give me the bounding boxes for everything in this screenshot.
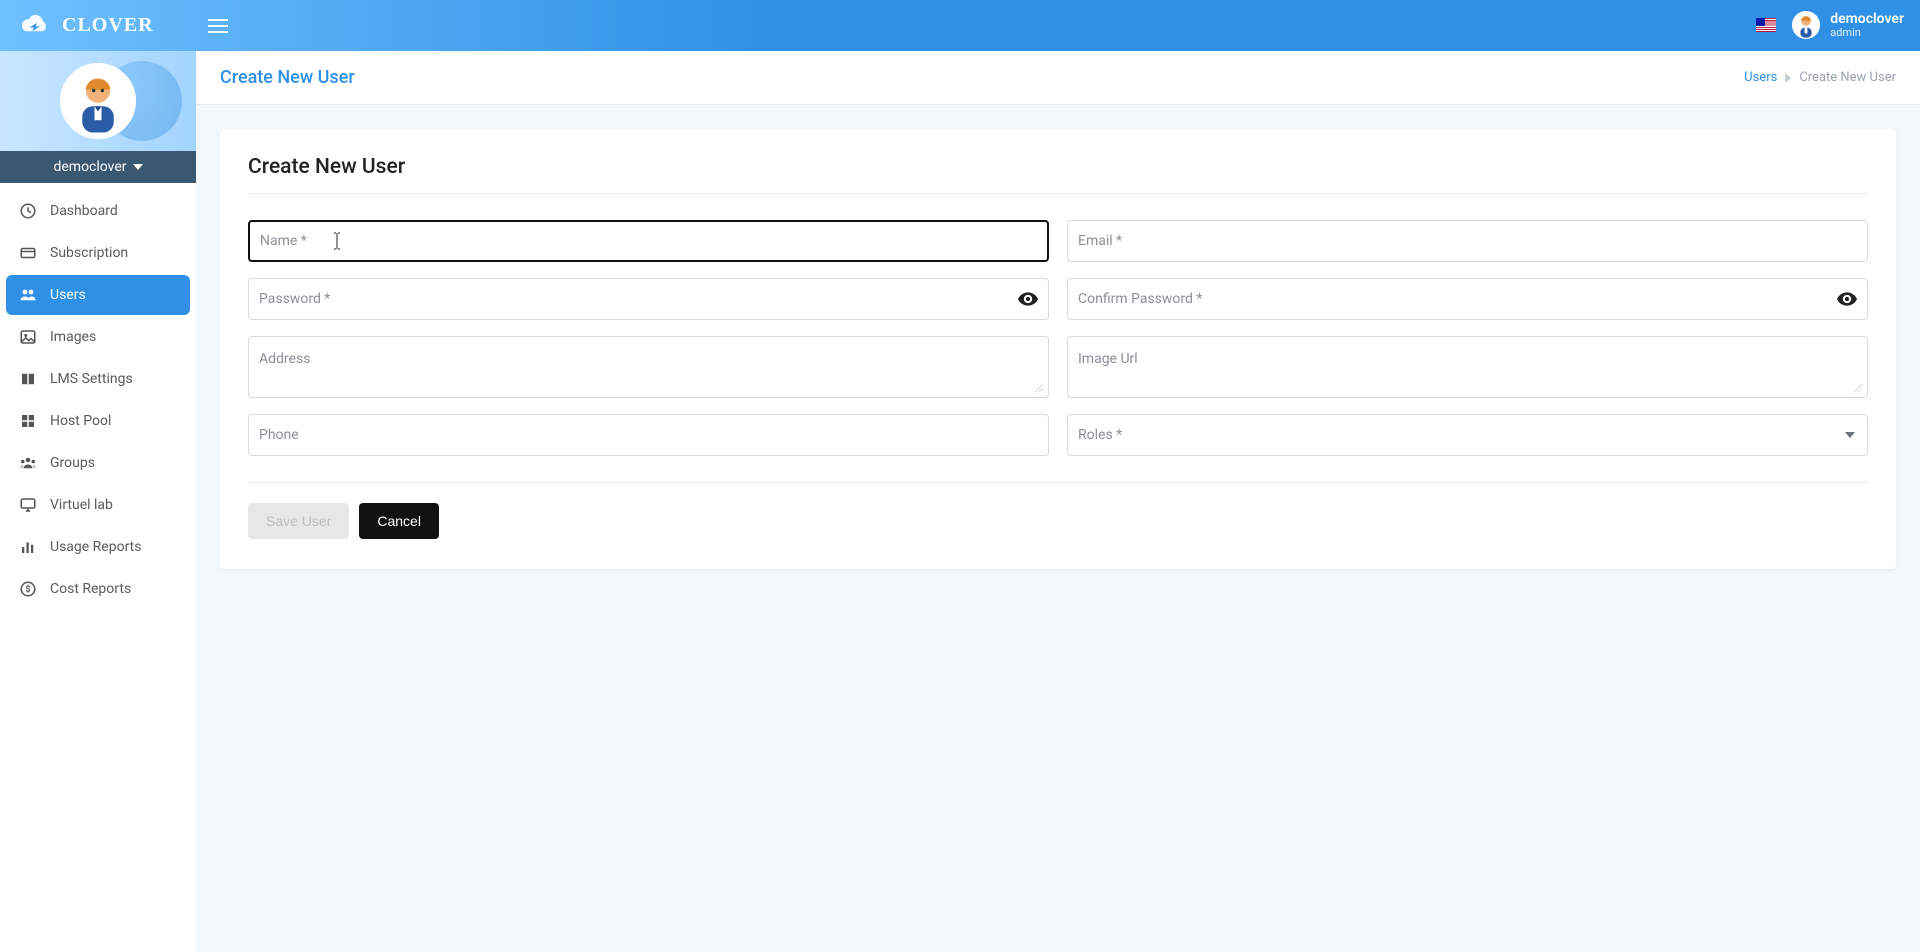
image-icon	[18, 328, 38, 346]
sidebar-item-label: Host Pool	[50, 413, 111, 429]
confirm-password-field[interactable]: Confirm Password *	[1067, 278, 1868, 320]
sidebar-item-users[interactable]: Users	[6, 275, 190, 315]
app-header: CLOVER democlover admin	[0, 0, 1920, 51]
page-header: Create New User Users Create New User	[196, 51, 1920, 105]
sidebar: democlover Dashboard Subscription Users …	[0, 51, 196, 952]
sidebar-item-virtuellab[interactable]: Virtuel lab	[6, 485, 190, 525]
sidebar-item-label: Users	[50, 287, 86, 303]
resize-handle-icon[interactable]	[1853, 383, 1863, 393]
sidebar-item-groups[interactable]: Groups	[6, 443, 190, 483]
email-label: Email *	[1078, 233, 1122, 249]
imageurl-field[interactable]: Image Url	[1067, 336, 1868, 398]
sidebar-item-lms[interactable]: LMS Settings	[6, 359, 190, 399]
sidebar-item-label: Cost Reports	[50, 581, 131, 597]
phone-field[interactable]: Phone	[248, 414, 1049, 456]
sidebar-item-usagereports[interactable]: Usage Reports	[6, 527, 190, 567]
grid-icon	[18, 412, 38, 430]
sidebar-item-subscription[interactable]: Subscription	[6, 233, 190, 273]
groups-icon	[18, 454, 38, 472]
password-label: Password *	[259, 291, 330, 307]
monitor-icon	[18, 496, 38, 514]
form-heading: Create New User	[248, 155, 1868, 179]
header-username: democlover	[1830, 11, 1904, 27]
menu-toggle-icon[interactable]	[208, 19, 228, 33]
sidebar-user-label: democlover	[53, 159, 126, 175]
sidebar-profile	[0, 51, 196, 151]
email-field[interactable]: Email *	[1067, 220, 1868, 262]
sidebar-nav: Dashboard Subscription Users Images LMS …	[0, 183, 196, 617]
card-icon	[18, 244, 38, 262]
sidebar-item-label: Virtuel lab	[50, 497, 113, 513]
phone-label: Phone	[259, 427, 299, 443]
header-userrole: admin	[1830, 27, 1904, 40]
logo: CLOVER	[16, 12, 196, 40]
address-field[interactable]: Address	[248, 336, 1049, 398]
sidebar-item-dashboard[interactable]: Dashboard	[6, 191, 190, 231]
sidebar-item-label: Groups	[50, 455, 95, 471]
resize-handle-icon[interactable]	[1034, 383, 1044, 393]
sidebar-item-label: Usage Reports	[50, 539, 141, 555]
breadcrumb-leaf: Create New User	[1799, 70, 1896, 85]
dropdown-arrow-icon	[1845, 432, 1855, 438]
password-field[interactable]: Password *	[248, 278, 1049, 320]
sidebar-item-label: Subscription	[50, 245, 128, 261]
header-user[interactable]: democlover admin	[1792, 11, 1904, 40]
bar-chart-icon	[18, 538, 38, 556]
book-icon	[18, 370, 38, 388]
eye-icon[interactable]	[1018, 292, 1038, 306]
locale-flag-icon[interactable]	[1756, 18, 1776, 32]
users-icon	[18, 286, 38, 304]
avatar-large-icon	[60, 63, 136, 139]
svg-text:$: $	[25, 584, 30, 595]
imageurl-label: Image Url	[1078, 351, 1138, 367]
sidebar-item-images[interactable]: Images	[6, 317, 190, 357]
sidebar-item-costreports[interactable]: $ Cost Reports	[6, 569, 190, 609]
cancel-button[interactable]: Cancel	[359, 503, 439, 539]
sidebar-item-label: LMS Settings	[50, 371, 133, 387]
roles-field[interactable]: Roles *	[1067, 414, 1868, 456]
chevron-down-icon	[133, 164, 143, 170]
breadcrumb: Users Create New User	[1744, 70, 1896, 85]
page-title: Create New User	[220, 67, 355, 88]
name-label: Name *	[260, 233, 307, 249]
clock-icon	[18, 202, 38, 220]
chevron-right-icon	[1785, 73, 1791, 83]
text-cursor-icon	[332, 232, 342, 250]
roles-label: Roles *	[1078, 427, 1122, 443]
avatar-icon	[1792, 11, 1820, 39]
sidebar-item-label: Images	[50, 329, 96, 345]
confirm-password-label: Confirm Password *	[1078, 291, 1202, 307]
logo-icon	[16, 12, 52, 40]
address-label: Address	[259, 351, 310, 367]
divider	[248, 193, 1868, 194]
dollar-icon: $	[18, 580, 38, 598]
form-card: Create New User Name * Email * Password …	[220, 129, 1896, 569]
app-name: CLOVER	[62, 14, 154, 37]
sidebar-item-label: Dashboard	[50, 203, 118, 219]
eye-icon[interactable]	[1837, 292, 1857, 306]
name-field[interactable]: Name *	[248, 220, 1049, 262]
sidebar-user-dropdown[interactable]: democlover	[0, 151, 196, 183]
breadcrumb-root[interactable]: Users	[1744, 70, 1777, 85]
sidebar-item-hostpool[interactable]: Host Pool	[6, 401, 190, 441]
save-button: Save User	[248, 503, 349, 539]
main-content: Create New User Users Create New User Cr…	[196, 51, 1920, 952]
